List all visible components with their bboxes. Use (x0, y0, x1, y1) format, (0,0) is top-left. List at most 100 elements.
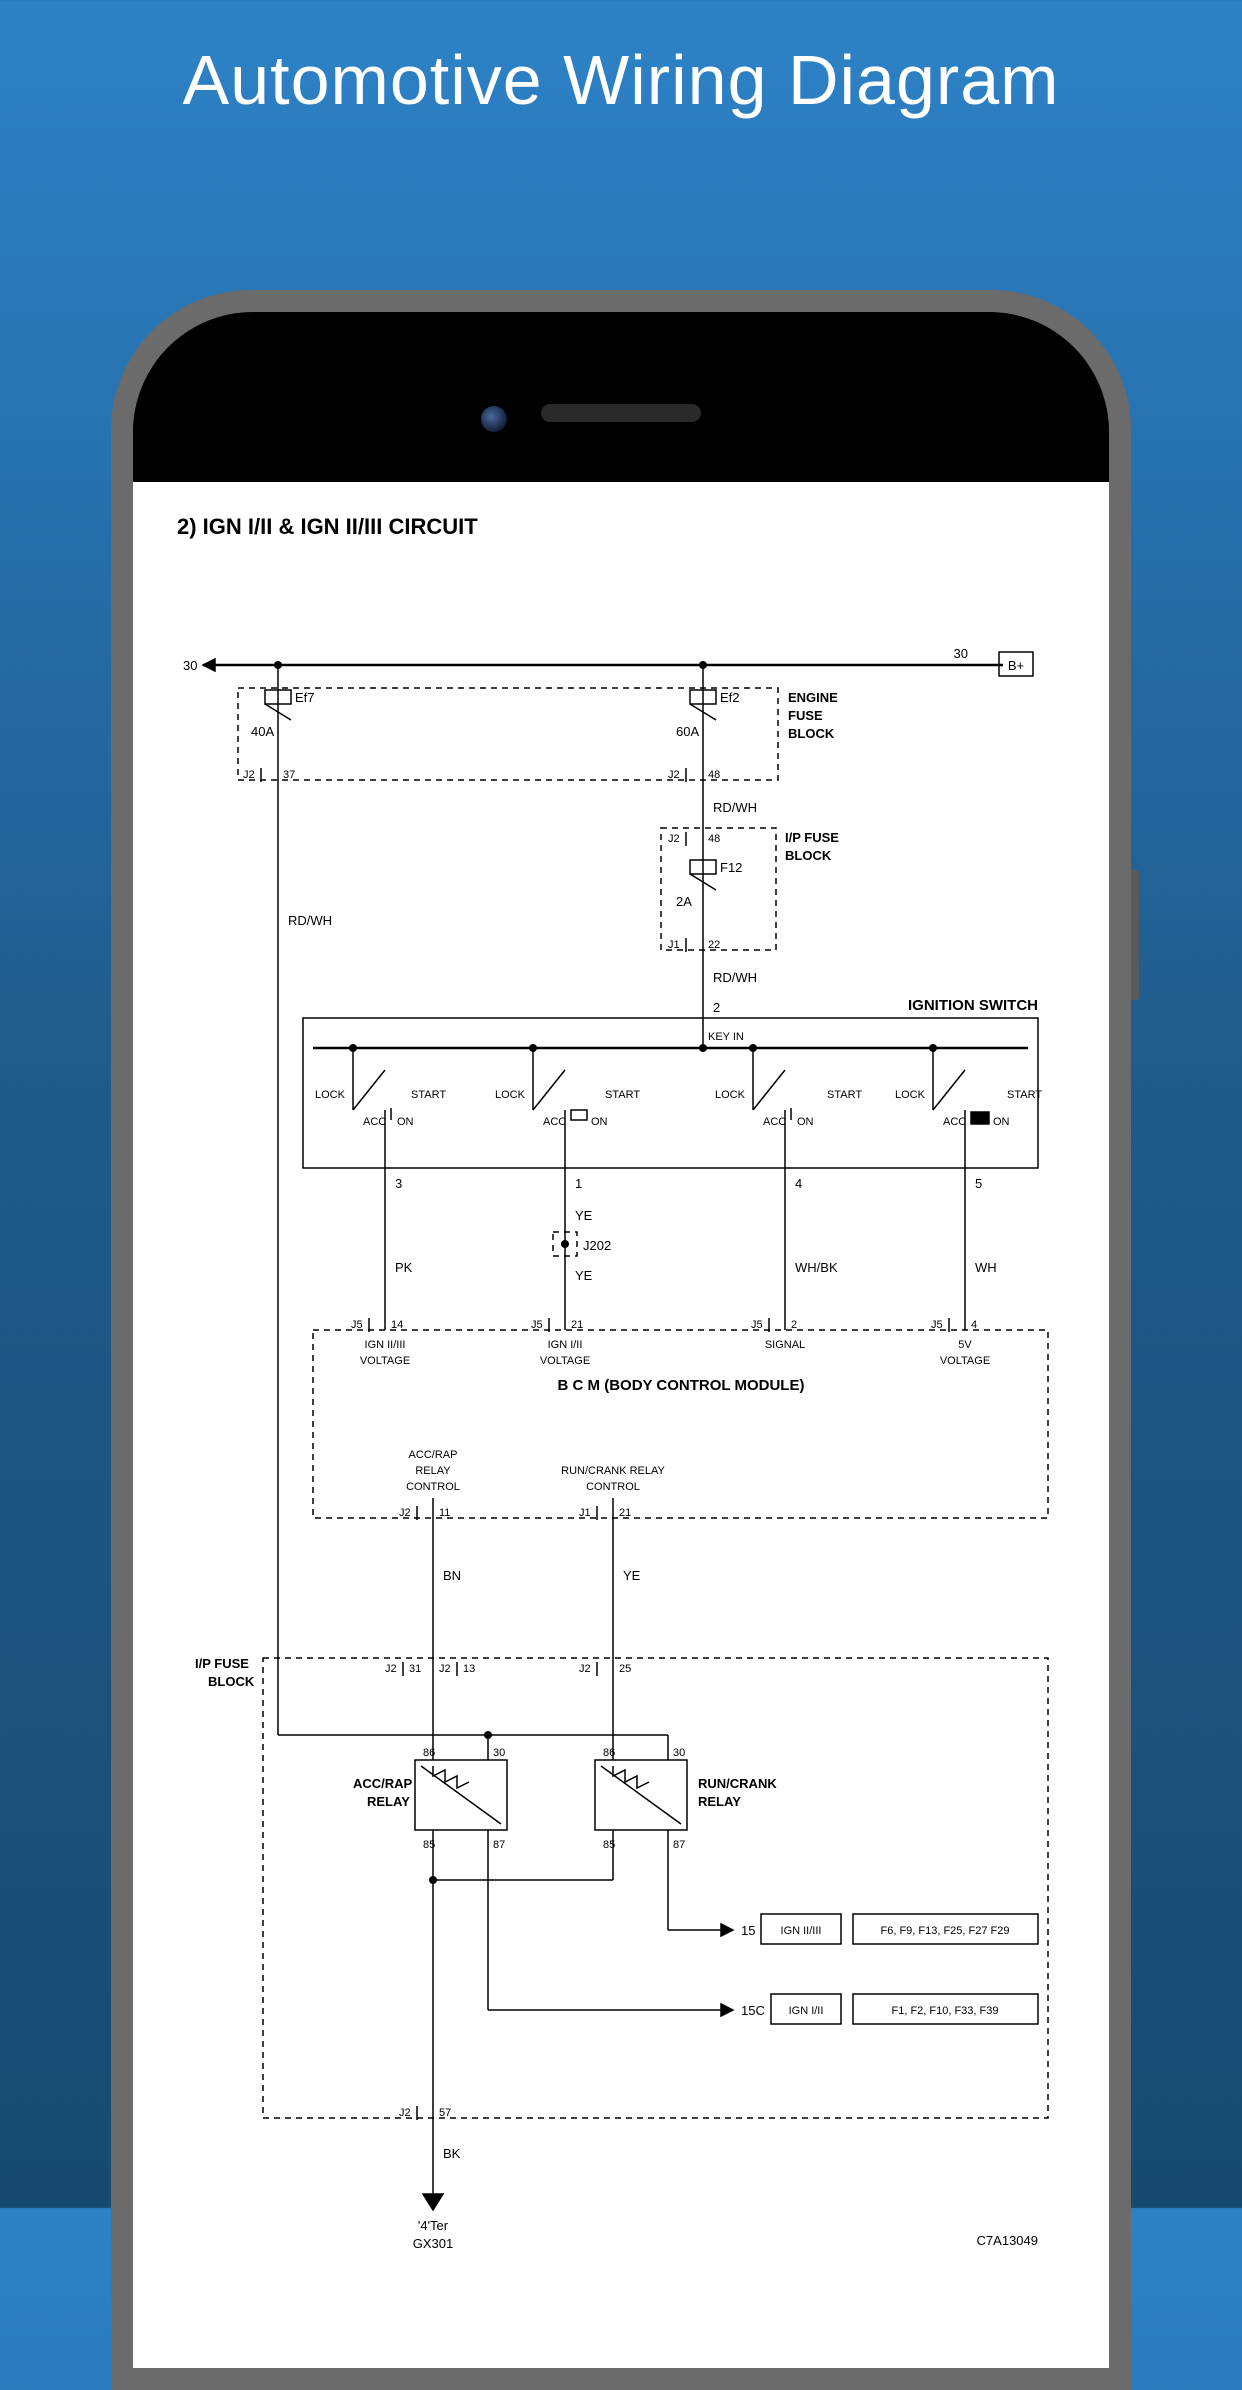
bcm-in4-conn: J5 (931, 1319, 943, 1331)
camera-icon (481, 406, 507, 432)
ef7-conn: J2 (243, 769, 255, 781)
bcm-in1-l2: VOLTAGE (360, 1355, 410, 1367)
svg-text:ACC: ACC (943, 1116, 966, 1128)
bcm-out2-l2: CONTROL (586, 1481, 640, 1493)
svg-text:LOCK: LOCK (315, 1089, 346, 1101)
ign-pin2: 2 (713, 1000, 720, 1015)
svg-text:ON: ON (797, 1116, 814, 1128)
wire-ye2: YE (575, 1268, 593, 1283)
r1-86: 86 (423, 1747, 435, 1759)
ground-conn: J2 (399, 2107, 411, 2119)
ipfuse-u-inconn: J2 (668, 833, 680, 845)
bcm-j202: J202 (583, 1238, 611, 1253)
wire-whbk: WH/BK (795, 1260, 838, 1275)
r1-name1: ACC/RAP (353, 1776, 413, 1791)
ign-out1: 1 (575, 1176, 582, 1191)
r2-name1: RUN/CRANK (698, 1776, 777, 1791)
wire-rdwh-mid: RD/WH (713, 800, 757, 815)
ef7-pin: 37 (283, 769, 295, 781)
ign-out4: 4 (795, 1176, 802, 1191)
wire-pk: PK (395, 1260, 413, 1275)
bcm-out1-l3: CONTROL (406, 1481, 460, 1493)
svg-text:ACC: ACC (543, 1116, 566, 1128)
bus2-num: 15C (741, 2003, 765, 2018)
ign-out5: 5 (975, 1176, 982, 1191)
ipfuse-l-l2: BLOCK (208, 1674, 255, 1689)
ipl-in-rc-pin: 25 (619, 1663, 631, 1675)
wire-bk: BK (443, 2146, 461, 2161)
ipfuse-u-l1: I/P FUSE (785, 830, 839, 845)
bus1-fuses: F6, F9, F13, F25, F27 F29 (881, 1925, 1010, 1937)
svg-text:ON: ON (591, 1116, 608, 1128)
svg-text:START: START (827, 1089, 862, 1101)
bcm-in1-conn: J5 (351, 1319, 363, 1331)
phone-side-button (1131, 870, 1139, 1000)
rail-left-label: 30 (183, 658, 197, 673)
ign-switch-title: IGNITION SWITCH (908, 997, 1038, 1014)
svg-text:ACC: ACC (763, 1116, 786, 1128)
bcm-out1-l1: ACC/RAP (409, 1449, 458, 1461)
phone-frame: 2) IGN I/II & IGN II/III CIRCUIT 30 30 B… (111, 290, 1131, 2390)
ipl-in-acc-pin: 13 (463, 1663, 475, 1675)
bcm-in4-l1: 5V (958, 1339, 972, 1351)
bcm-in2-l1: IGN I/II (548, 1339, 583, 1351)
ground-pin: 57 (439, 2107, 451, 2119)
page-title: Automotive Wiring Diagram (0, 0, 1242, 150)
bcm-in3-l: SIGNAL (765, 1339, 805, 1351)
r1-87: 87 (493, 1839, 505, 1851)
bcm-in2-pin: 21 (571, 1319, 583, 1331)
ipfuse-u-inpin: 48 (708, 833, 720, 845)
r2-87: 87 (673, 1839, 685, 1851)
ef2-rating: 60A (676, 724, 699, 739)
ign-seg-3: LOCK ACC ON START (715, 1044, 862, 1168)
engine-fuse-l2: FUSE (788, 708, 823, 723)
bcm-in4-pin: 4 (971, 1319, 977, 1331)
ign-seg-4: LOCK ACC ON START (895, 1044, 1042, 1168)
bus2-tag: IGN I/II (789, 2005, 824, 2017)
svg-text:START: START (411, 1089, 446, 1101)
ef7-name: Ef7 (295, 690, 315, 705)
svg-text:LOCK: LOCK (495, 1089, 526, 1101)
phone-bezel: 2) IGN I/II & IGN II/III CIRCUIT 30 30 B… (133, 312, 1109, 2368)
svg-text:ACC: ACC (363, 1116, 386, 1128)
ef2-conn: J2 (668, 769, 680, 781)
wire-wh: WH (975, 1260, 997, 1275)
ign-seg-2: LOCK ACC ON START (495, 1044, 640, 1168)
bcm-in3-pin: 2 (791, 1319, 797, 1331)
wire-ye3: YE (623, 1568, 641, 1583)
ef2-name: Ef2 (720, 690, 740, 705)
bus1-num: 15 (741, 1923, 755, 1938)
bcm-out2-pin: 21 (619, 1507, 631, 1519)
svg-text:START: START (1007, 1089, 1042, 1101)
wire-rdwh-bot: RD/WH (713, 970, 757, 985)
bcm-out1-l2: RELAY (415, 1465, 451, 1477)
wire-ye1: YE (575, 1208, 593, 1223)
svg-text:ON: ON (993, 1116, 1010, 1128)
ef7-rating: 40A (251, 724, 274, 739)
r2-name2: RELAY (698, 1794, 741, 1809)
wiring-diagram[interactable]: 30 30 B+ ENGINE FUSE BLOCK Ef7 40A J2 37 (133, 482, 1109, 2368)
bcm-in1-pin: 14 (391, 1319, 403, 1331)
r2-30: 30 (673, 1747, 685, 1759)
svg-text:LOCK: LOCK (715, 1089, 746, 1101)
ipl-in-ign-pin: 31 (409, 1663, 421, 1675)
wire-rdwh-left: RD/WH (288, 913, 332, 928)
bus1-tag: IGN II/III (781, 1925, 822, 1937)
bcm-in1-l1: IGN II/III (365, 1339, 406, 1351)
doc-ref-id: C7A13049 (977, 2233, 1038, 2248)
ign-out3: 3 (395, 1176, 402, 1191)
bcm-out2-l1: RUN/CRANK RELAY (561, 1465, 665, 1477)
app-screen[interactable]: 2) IGN I/II & IGN II/III CIRCUIT 30 30 B… (133, 482, 1109, 2368)
svg-text:START: START (605, 1089, 640, 1101)
bcm-title: B C M (BODY CONTROL MODULE) (558, 1377, 805, 1394)
ipfuse-u-outconn: J1 (668, 939, 680, 951)
ipl-in-rc-conn: J2 (579, 1663, 591, 1675)
bcm-in2-l2: VOLTAGE (540, 1355, 590, 1367)
f12-rating: 2A (676, 894, 692, 909)
speaker-icon (541, 404, 701, 422)
bcm-out1-pin: 11 (439, 1507, 450, 1519)
bcm-out1-conn: J2 (399, 1507, 411, 1519)
engine-fuse-l3: BLOCK (788, 726, 835, 741)
bcm-in4-l2: VOLTAGE (940, 1355, 990, 1367)
bcm-in2-conn: J5 (531, 1319, 543, 1331)
